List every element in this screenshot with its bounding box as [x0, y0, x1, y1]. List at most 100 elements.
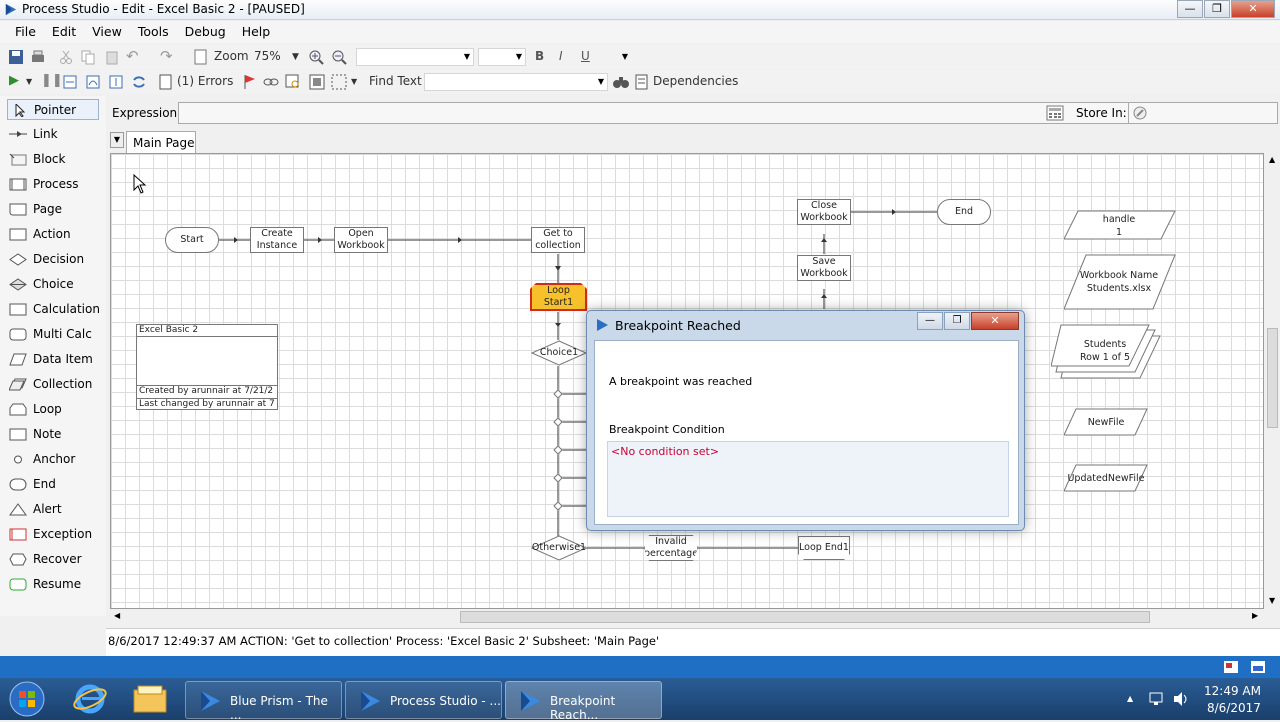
binoculars-icon[interactable] [612, 74, 630, 90]
tray-app-icon[interactable] [1223, 660, 1239, 674]
data-item-newfile[interactable]: NewFile [1064, 416, 1148, 429]
store-in-input[interactable] [1128, 102, 1278, 124]
menu-view[interactable]: View [84, 21, 130, 39]
invalid-percentage-stage[interactable]: Invalid percentage [644, 535, 698, 561]
volume-icon[interactable] [1172, 691, 1190, 707]
tab-main-page[interactable]: Main Page [126, 131, 196, 153]
dialog-minimize-button[interactable]: — [917, 312, 943, 330]
font-size-dropdown[interactable]: ▼ [478, 48, 526, 66]
palette-alert[interactable]: Alert [7, 499, 99, 520]
zoom-dropdown-icon[interactable]: ▼ [292, 52, 299, 62]
palette-process[interactable]: Process [7, 174, 99, 195]
clock-time[interactable]: 12:49 AM [1204, 684, 1261, 698]
palette-page[interactable]: Page [7, 199, 99, 220]
snap-dropdown-icon[interactable]: ▼ [351, 77, 357, 86]
zoom-out-icon[interactable] [331, 49, 347, 65]
loop-end-stage[interactable]: Loop End1 [798, 536, 850, 560]
palette-anchor[interactable]: Anchor [7, 449, 99, 470]
bold-button[interactable]: B [535, 49, 544, 63]
taskbar-item-breakpoint[interactable]: Breakpoint Reach... [505, 681, 662, 722]
redo-icon[interactable]: ↷ [160, 47, 173, 65]
run-dropdown-icon[interactable]: ▼ [26, 77, 32, 86]
palette-link[interactable]: Link [7, 124, 99, 145]
snap-icon[interactable] [331, 74, 347, 90]
breakpoint-flag-icon[interactable] [242, 74, 256, 90]
step-over-icon[interactable] [85, 74, 101, 90]
grid-icon[interactable] [309, 74, 325, 90]
data-item-updatednewfile[interactable]: UpdatedNewFile [1064, 472, 1148, 485]
step-icon[interactable] [62, 74, 78, 90]
loop-start-stage[interactable]: Loop Start1 [530, 283, 587, 311]
font-color-dropdown[interactable]: ▼ [600, 48, 632, 66]
palette-recover[interactable]: Recover [7, 549, 99, 570]
print-icon[interactable] [30, 49, 46, 65]
menu-help[interactable]: Help [234, 21, 279, 39]
step-out-icon[interactable] [108, 74, 124, 90]
palette-data-item[interactable]: Data Item [7, 349, 99, 370]
cut-icon[interactable] [58, 49, 74, 65]
palette-pointer[interactable]: Pointer [7, 99, 99, 120]
data-item-workbook-name[interactable]: Workbook Name Students.xlsx [1071, 269, 1167, 295]
palette-collection[interactable]: Collection [7, 374, 99, 395]
underline-button[interactable]: U [581, 49, 590, 63]
data-item-students[interactable]: Students Row 1 of 5 [1057, 338, 1153, 364]
scroll-left-icon[interactable]: ◀ [114, 611, 120, 620]
palette-block[interactable]: Block [7, 149, 99, 170]
scroll-up-icon[interactable]: ▲ [1269, 155, 1275, 164]
get-to-collection-stage[interactable]: Get to collection [531, 227, 585, 253]
network-icon[interactable] [1148, 691, 1166, 707]
find-in-diagram-icon[interactable] [285, 74, 301, 90]
palette-decision[interactable]: Decision [7, 249, 99, 270]
condition-textbox[interactable]: <No condition set> [607, 441, 1009, 517]
errors-button[interactable]: (1) Errors [177, 74, 233, 88]
italic-button[interactable]: I [559, 49, 563, 63]
save-icon[interactable] [8, 49, 24, 65]
open-workbook-stage[interactable]: Open Workbook [334, 227, 388, 253]
save-workbook-stage[interactable]: Save Workbook [797, 255, 851, 281]
create-instance-stage[interactable]: Create Instance [250, 227, 304, 253]
run-icon[interactable]: ▶ [9, 73, 19, 88]
maximize-button[interactable]: ❐ [1204, 0, 1230, 18]
expression-input[interactable] [178, 102, 1174, 124]
find-text-input[interactable]: ▼ [424, 73, 608, 91]
menu-debug[interactable]: Debug [177, 21, 234, 39]
taskbar-item-process-studio[interactable]: Process Studio - ... [345, 681, 502, 719]
palette-calculation[interactable]: Calculation [7, 299, 100, 320]
link-icon[interactable] [262, 74, 280, 90]
palette-loop[interactable]: Loop [7, 399, 99, 420]
start-stage[interactable]: Start [165, 227, 219, 253]
calculator-icon[interactable] [1046, 105, 1064, 121]
internet-explorer-icon[interactable] [72, 682, 108, 716]
palette-resume[interactable]: Resume [7, 574, 99, 595]
palette-end[interactable]: End [7, 474, 99, 495]
palette-multi-calc[interactable]: Multi Calc [7, 324, 99, 345]
horizontal-scroll-thumb[interactable] [460, 611, 1150, 623]
close-button[interactable]: ✕ [1231, 0, 1275, 18]
show-hidden-icons[interactable]: ▲ [1127, 694, 1133, 703]
zoom-in-icon[interactable] [308, 49, 324, 65]
end-stage[interactable]: End [937, 199, 991, 225]
dependencies-button[interactable]: Dependencies [653, 74, 738, 88]
minimize-button[interactable]: — [1177, 0, 1203, 18]
taskbar-item-blue-prism[interactable]: Blue Prism - The ... [185, 681, 342, 722]
font-family-dropdown[interactable]: ▼ [356, 48, 474, 66]
choice-start-stage[interactable]: Choice1 [537, 345, 581, 361]
palette-action[interactable]: Action [7, 224, 99, 245]
dialog-close-button[interactable]: ✕ [971, 312, 1019, 330]
palette-note[interactable]: Note [7, 424, 99, 445]
vertical-scroll-thumb[interactable] [1267, 328, 1278, 428]
scroll-down-icon[interactable]: ▼ [1269, 596, 1275, 605]
reset-icon[interactable] [131, 74, 147, 90]
tray-window-icon[interactable] [1250, 660, 1266, 674]
scroll-right-icon[interactable]: ▶ [1252, 611, 1258, 620]
vertical-scrollbar[interactable]: ▲ ▼ [1265, 153, 1280, 609]
dialog-maximize-button[interactable]: ❐ [944, 312, 970, 330]
otherwise-stage[interactable]: Otherwise1 [531, 540, 587, 556]
start-button-icon[interactable] [8, 680, 46, 718]
paste-icon[interactable] [104, 49, 120, 65]
undo-icon[interactable]: ↶ [126, 47, 139, 65]
file-explorer-icon[interactable] [132, 684, 168, 714]
palette-choice[interactable]: Choice [7, 274, 99, 295]
close-workbook-stage[interactable]: Close Workbook [797, 199, 851, 225]
zoom-value[interactable]: 75% [254, 49, 281, 63]
